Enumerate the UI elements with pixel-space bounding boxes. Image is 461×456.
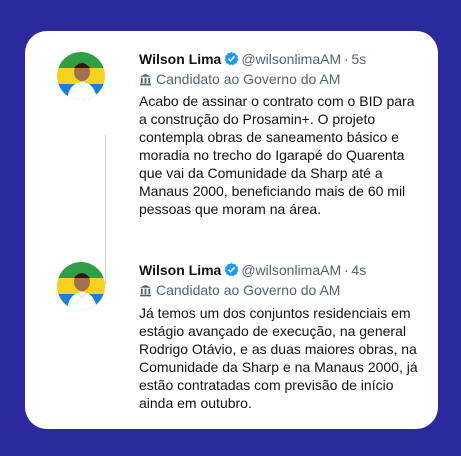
thread-connector-line xyxy=(105,135,106,285)
author-handle[interactable]: @wilsonlimaAM xyxy=(241,51,341,67)
verified-badge-icon xyxy=(224,262,239,280)
timestamp[interactable]: 5s xyxy=(351,51,366,67)
tweet-header: Wilson Lima @wilsonlimaAM · 4s xyxy=(139,262,366,280)
tweet-text-line: pessoas que moram na área. xyxy=(139,201,322,217)
tweet-text-line: estão contratadas com previsão de início xyxy=(139,377,394,393)
tweet-text-line: Manaus 2000, beneficiando mais de 60 mil xyxy=(139,183,406,199)
author-name[interactable]: Wilson Lima xyxy=(139,262,221,278)
avatar[interactable] xyxy=(57,262,105,310)
separator-dot: · xyxy=(341,262,352,278)
avatar-image xyxy=(57,52,105,100)
tweet-text-line: que vai da Comunidade da Sharp até a xyxy=(139,165,383,181)
government-building-icon xyxy=(139,73,152,86)
tweet-text-line: contempla obras de saneamento básico e xyxy=(139,129,399,145)
tweet-header: Wilson Lima @wilsonlimaAM · 5s xyxy=(139,51,366,69)
tweet-text: Acabo de assinar o contrato com o BID pa… xyxy=(139,92,439,218)
tweet-text-line: a construção do Prosamin+. O projeto xyxy=(139,111,376,127)
author-name[interactable]: Wilson Lima xyxy=(139,51,221,67)
tweet-text-line: ainda em outubro. xyxy=(139,395,252,411)
avatar[interactable] xyxy=(57,52,105,100)
tweet-text: Já temos um dos conjuntos residenciais e… xyxy=(139,304,439,412)
timestamp[interactable]: 4s xyxy=(351,262,366,278)
tweet-text-line: Acabo de assinar o contrato com o BID pa… xyxy=(139,93,415,109)
separator-dot: · xyxy=(341,51,352,67)
tweet-text-line: estágio avançado de execução, na general xyxy=(139,323,406,339)
tweet-text-line: moradia no trecho do Igarapé do Quarenta xyxy=(139,147,405,163)
affiliation-label: Candidato ao Governo do AM xyxy=(139,71,340,87)
government-building-icon xyxy=(139,284,152,297)
author-handle[interactable]: @wilsonlimaAM xyxy=(241,262,341,278)
affiliation-label: Candidato ao Governo do AM xyxy=(139,282,340,298)
avatar-image xyxy=(57,262,105,310)
tweet-text-line: Rodrigo Otávio, e as duas maiores obras,… xyxy=(139,341,417,357)
tweet-text-line: Comunidade da Sharp e na Manaus 2000, já xyxy=(139,359,418,375)
tweet-thread-card: Wilson Lima @wilsonlimaAM · 5s Candidato … xyxy=(25,31,438,429)
affiliation-text: Candidato ao Governo do AM xyxy=(156,282,341,298)
verified-badge-icon xyxy=(224,51,239,69)
tweet-text-line: Já temos um dos conjuntos residenciais e… xyxy=(139,305,411,321)
affiliation-text: Candidato ao Governo do AM xyxy=(156,71,341,87)
